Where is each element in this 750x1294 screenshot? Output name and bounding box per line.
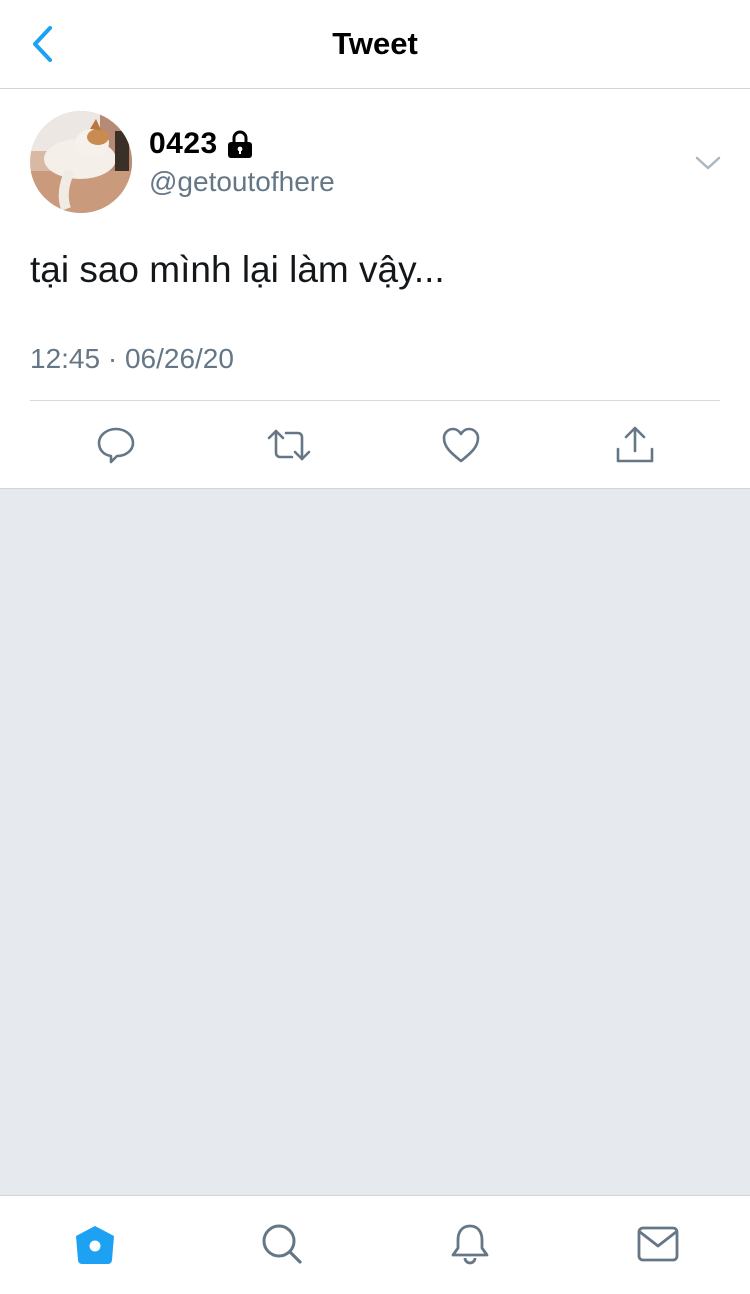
home-icon — [76, 1226, 114, 1264]
tweet-options-button[interactable] — [692, 147, 724, 179]
user-handle[interactable]: @getoutofhere — [149, 166, 335, 198]
chevron-down-icon — [695, 156, 721, 170]
tweet-card: 0423 @getoutofhere tại sao mình lại làm … — [0, 89, 750, 489]
nav-messages[interactable] — [632, 1218, 684, 1270]
tweet-text: tại sao mình lại làm vậy... — [30, 249, 445, 290]
nav-search[interactable] — [256, 1218, 308, 1270]
share-icon — [616, 426, 654, 463]
nav-home[interactable] — [69, 1218, 121, 1270]
lock-icon — [226, 129, 254, 159]
nav-notifications[interactable] — [444, 1218, 496, 1270]
messages-icon — [637, 1226, 679, 1262]
like-icon — [442, 427, 480, 463]
search-icon — [262, 1224, 302, 1264]
top-bar: Tweet — [0, 0, 750, 89]
tweet-actions — [0, 401, 750, 489]
retweet-button[interactable] — [263, 419, 315, 471]
tweet-timestamp: 12:45 · 06/26/20 — [30, 343, 234, 374]
like-button[interactable] — [435, 419, 487, 471]
share-button[interactable] — [609, 419, 661, 471]
display-name[interactable]: 0423 — [149, 127, 218, 161]
retweet-icon — [267, 429, 311, 461]
bottom-nav — [0, 1195, 750, 1294]
display-name-row: 0423 — [149, 127, 254, 161]
page-title: Tweet — [332, 26, 418, 61]
avatar[interactable] — [30, 111, 132, 213]
reply-button[interactable] — [90, 419, 142, 471]
tweet-detail-screen: Tweet 0423 @getoutofhere tại sao mình lạ… — [0, 0, 750, 1294]
notifications-icon — [451, 1224, 489, 1265]
reply-icon — [97, 427, 135, 464]
